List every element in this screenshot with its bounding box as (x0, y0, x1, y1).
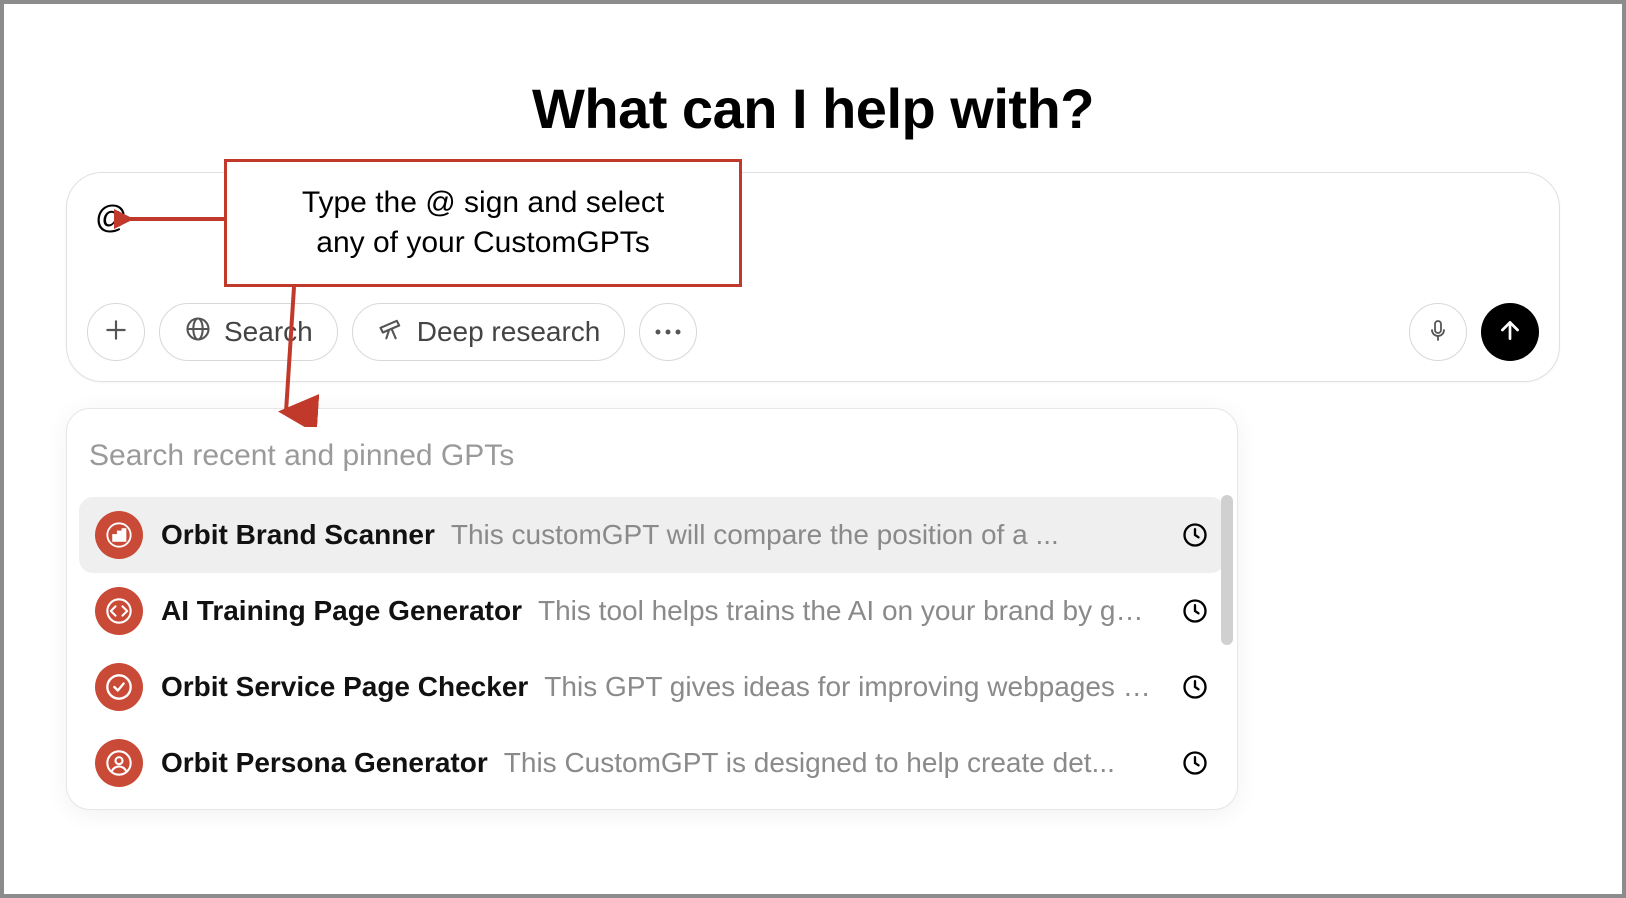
recent-icon (1181, 749, 1209, 777)
add-button[interactable] (87, 303, 145, 361)
search-button-label: Search (224, 316, 313, 348)
send-button[interactable] (1481, 303, 1539, 361)
deep-research-label: Deep research (417, 316, 601, 348)
mic-icon (1426, 316, 1450, 349)
gpt-item-title: AI Training Page Generator (161, 595, 522, 627)
gpt-search-input[interactable] (79, 425, 1225, 497)
arrow-up-icon (1497, 317, 1523, 348)
gpt-item-title: Orbit Persona Generator (161, 747, 488, 779)
gpt-list-item[interactable]: Orbit Service Page Checker This GPT give… (79, 649, 1225, 725)
gpt-avatar-icon (95, 511, 143, 559)
gpt-avatar-icon (95, 663, 143, 711)
gpt-item-desc: This GPT gives ideas for improving webpa… (544, 671, 1151, 703)
search-button[interactable]: Search (159, 303, 338, 361)
gpt-item-title: Orbit Brand Scanner (161, 519, 435, 551)
callout-line-1: Type the @ sign and select (302, 186, 664, 219)
composer-toolbar: Search Deep research (87, 303, 697, 361)
callout-annotation: Type the @ sign and select any of your C… (224, 159, 742, 287)
gpt-item-desc: This tool helps trains the AI on your br… (538, 595, 1151, 627)
gpt-list-item[interactable]: Orbit Persona Generator This CustomGPT i… (79, 725, 1225, 801)
gpt-item-desc: This customGPT will compare the position… (451, 519, 1059, 551)
composer-right-controls (1409, 303, 1539, 361)
dropdown-scrollbar[interactable] (1221, 495, 1233, 645)
plus-icon (103, 317, 129, 348)
callout-line-2: any of your CustomGPTs (316, 226, 649, 259)
mic-button[interactable] (1409, 303, 1467, 361)
more-button[interactable] (639, 303, 697, 361)
gpt-list-item[interactable]: Orbit Brand Scanner This customGPT will … (79, 497, 1225, 573)
gpt-item-title: Orbit Service Page Checker (161, 671, 528, 703)
recent-icon (1181, 673, 1209, 701)
ellipsis-icon (654, 323, 682, 341)
page-title: What can I help with? (4, 76, 1622, 141)
gpt-item-desc: This CustomGPT is designed to help creat… (504, 747, 1115, 779)
recent-icon (1181, 597, 1209, 625)
deep-research-button[interactable]: Deep research (352, 303, 626, 361)
globe-icon (184, 315, 212, 350)
gpt-mention-dropdown: Orbit Brand Scanner This customGPT will … (66, 408, 1238, 810)
gpt-list-item[interactable]: AI Training Page Generator This tool hel… (79, 573, 1225, 649)
composer-input-text[interactable]: @ (95, 199, 127, 236)
gpt-avatar-icon (95, 587, 143, 635)
recent-icon (1181, 521, 1209, 549)
telescope-icon (377, 315, 405, 350)
gpt-avatar-icon (95, 739, 143, 787)
